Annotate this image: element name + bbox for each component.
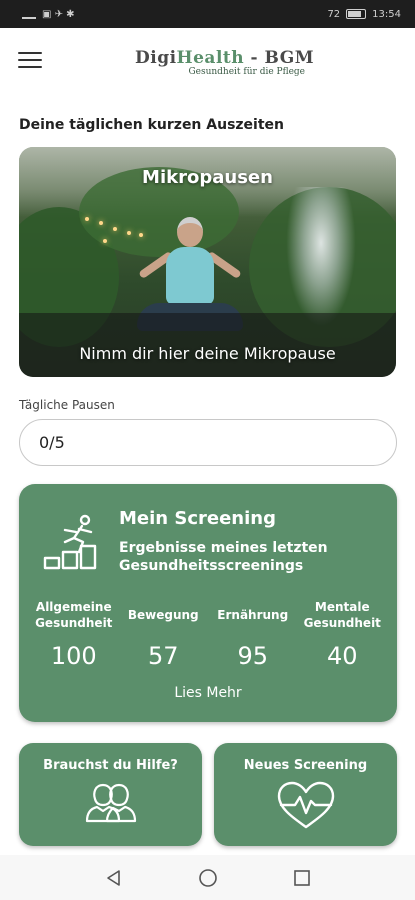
status-bar: ▣ ✈ ✱ 72 13:54	[0, 0, 415, 28]
metric-value: 100	[50, 642, 97, 670]
brand-suffix: - BGM	[244, 48, 315, 68]
brand-subtitle: Gesundheit für die Pflege	[188, 67, 305, 77]
heart-pulse-icon	[277, 781, 334, 829]
screening-metrics: Allgemeine Gesundheit 100 Bewegung 57 Er…	[29, 598, 387, 670]
screening-title: Mein Screening	[119, 508, 276, 529]
hero-title: Mikropausen	[142, 167, 273, 188]
notification-icons: ▣ ✈ ✱	[42, 8, 75, 20]
metric-label: Bewegung	[127, 608, 199, 622]
signal-icon	[22, 10, 36, 19]
people-icon	[85, 783, 136, 823]
read-more-link[interactable]: Lies Mehr	[19, 685, 397, 701]
stairs-runner-icon	[43, 514, 97, 570]
metric-mental-health: Mentale Gesundheit 40	[298, 598, 388, 670]
metric-value: 57	[147, 642, 179, 670]
clock: 13:54	[372, 8, 401, 20]
app-header: DigiHealth - BGM Gesundheit für die Pfle…	[0, 28, 415, 98]
menu-icon[interactable]	[18, 52, 42, 70]
brand-logo: DigiHealth - BGM Gesundheit für die Pfle…	[135, 48, 314, 77]
metric-value: 40	[326, 642, 358, 670]
new-screening-tile-label: Neues Screening	[243, 758, 368, 773]
brand-prefix: Digi	[135, 48, 177, 68]
section-title: Deine täglichen kurzen Auszeiten	[19, 117, 285, 133]
help-tile[interactable]: Brauchst du Hilfe?	[19, 743, 202, 846]
status-right: 72 13:54	[327, 9, 401, 20]
home-icon[interactable]	[197, 867, 219, 889]
metric-label: Allgemeine Gesundheit	[35, 600, 113, 630]
metric-movement: Bewegung 57	[119, 598, 209, 670]
metric-label: Ernährung	[217, 608, 289, 622]
metric-label: Mentale Gesundheit	[303, 600, 381, 630]
help-tile-label: Brauchst du Hilfe?	[43, 758, 178, 773]
hero-subtitle: Nimm dir hier deine Mikropause	[79, 344, 336, 363]
brand-title: DigiHealth - BGM	[135, 48, 314, 68]
metric-general-health: Allgemeine Gesundheit 100	[29, 598, 119, 670]
fountain	[286, 187, 356, 327]
metric-value: 95	[237, 642, 269, 670]
new-screening-tile[interactable]: Neues Screening	[214, 743, 397, 846]
battery-icon	[346, 9, 367, 19]
recent-apps-icon[interactable]	[291, 867, 313, 889]
back-icon[interactable]	[103, 867, 125, 889]
brand-highlight: Health	[176, 48, 245, 68]
battery-percent: 72	[327, 8, 341, 20]
metric-nutrition: Ernährung 95	[208, 598, 298, 670]
daily-breaks-label: Tägliche Pausen	[19, 398, 115, 412]
daily-breaks-field[interactable]: 0/5	[19, 419, 397, 466]
screening-subtitle: Ergebnisse meines letzten Gesundheitsscr…	[119, 540, 328, 574]
status-left: ▣ ✈ ✱	[22, 9, 75, 20]
system-nav-bar	[0, 855, 415, 900]
screening-card[interactable]: Mein Screening Ergebnisse meines letzten…	[19, 484, 397, 722]
